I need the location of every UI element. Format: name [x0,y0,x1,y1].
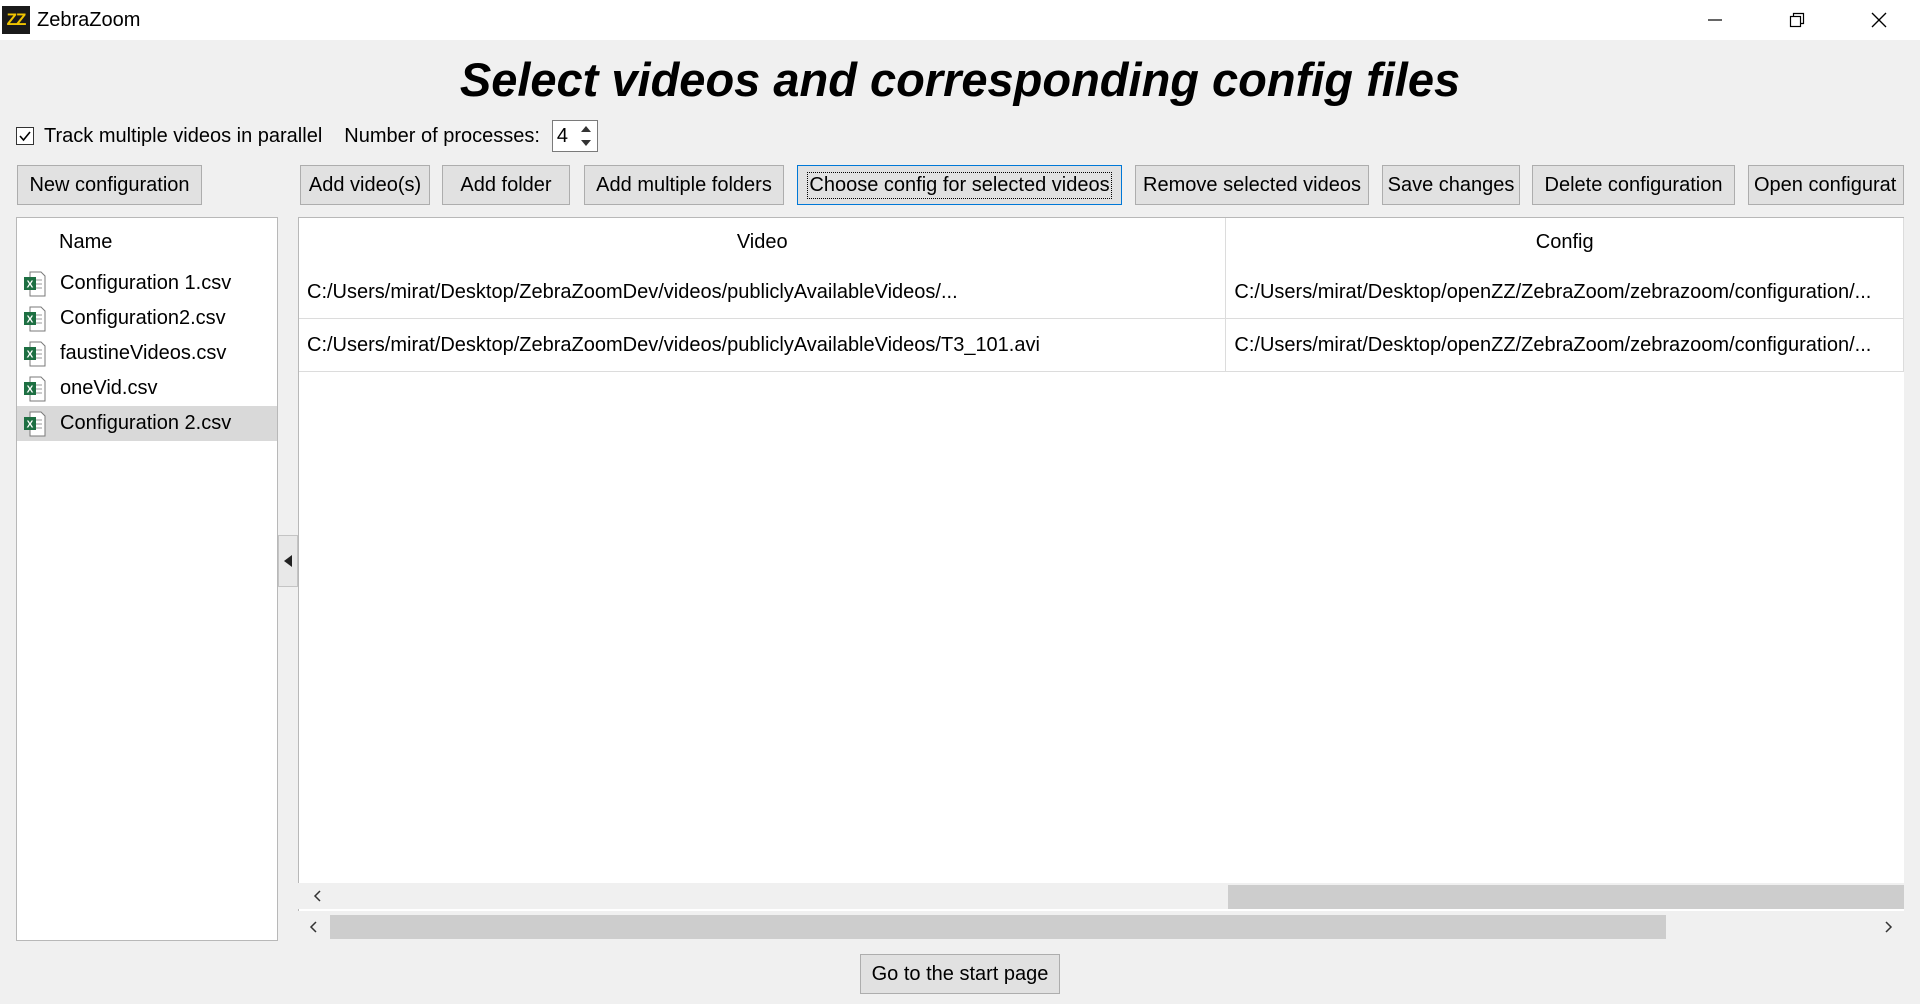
svg-text:X: X [27,349,34,360]
add-videos-button[interactable]: Add video(s) [300,165,430,205]
excel-csv-icon: X [24,376,46,401]
table-row[interactable]: C:/Users/mirat/Desktop/ZebraZoomDev/vide… [299,319,1904,372]
spin-up-button[interactable] [577,123,595,135]
file-list-item[interactable]: X Configuration 1.csv [17,266,277,301]
chevron-left-icon [309,921,317,933]
minimize-icon [1708,19,1722,21]
delete-configuration-label: Delete configuration [1544,173,1723,196]
videos-table: Video Config C:/Users/mirat/Desktop/Zebr… [298,217,1904,911]
excel-csv-icon: X [24,271,46,296]
table-horizontal-scrollbar[interactable] [298,883,1904,909]
file-list-header: Name [59,231,113,253]
start-page-label: Go to the start page [871,962,1049,985]
excel-csv-icon: X [24,306,46,331]
processes-value: 4 [556,124,569,147]
track-parallel-label: Track multiple videos in parallel [44,124,323,147]
add-folder-label: Add folder [460,173,552,196]
restore-icon [1789,12,1805,28]
add-videos-label: Add video(s) [308,173,422,196]
file-list-item-label: Configuration2.csv [60,307,226,329]
config-cell[interactable]: C:/Users/mirat/Desktop/openZZ/ZebraZoom/… [1226,319,1904,371]
scroll-right-button[interactable] [1876,914,1902,940]
open-configuration-label: Open configurat [1754,173,1897,196]
svg-text:X: X [27,314,34,325]
excel-csv-icon: X [24,341,46,366]
configuration-file-list: Name X Configuration 1.csv X Configuration2… [16,217,278,941]
spin-down-button[interactable] [577,137,595,149]
table-header: Video Config [299,218,1904,266]
video-column-header[interactable]: Video [299,218,1227,266]
arrow-down-icon [580,140,591,146]
chevron-left-icon [313,890,321,902]
save-changes-button[interactable]: Save changes [1382,165,1520,205]
table-row[interactable]: C:/Users/mirat/Desktop/ZebraZoomDev/vide… [299,266,1904,319]
scroll-left-button[interactable] [304,883,330,909]
video-cell[interactable]: C:/Users/mirat/Desktop/ZebraZoomDev/vide… [299,319,1227,371]
scrollbar-thumb[interactable] [1228,885,1904,909]
config-cell[interactable]: C:/Users/mirat/Desktop/openZZ/ZebraZoom/… [1226,266,1904,318]
restore-button[interactable] [1756,0,1838,40]
splitter-collapse-button[interactable] [278,535,298,587]
file-list-item[interactable]: XoneVid.csv [17,371,277,406]
choose-config-button[interactable]: Choose config for selected videos [797,165,1122,205]
panel-horizontal-scrollbar[interactable] [298,914,1904,940]
remove-selected-button[interactable]: Remove selected videos [1135,165,1369,205]
page-title: Select videos and corresponding config f… [459,53,1461,106]
file-list-item[interactable]: X Configuration 2.csv [17,406,277,441]
file-list-item-label: faustineVideos.csv [60,342,227,364]
file-list-item-label: oneVid.csv [60,377,158,399]
arrow-left-icon [284,555,292,567]
start-page-button[interactable]: Go to the start page [860,954,1060,994]
add-multiple-folders-label: Add multiple folders [596,173,772,196]
options-row: Track multiple videos in parallel Number… [16,120,598,152]
close-icon [1871,12,1887,28]
app-logo-icon: ZZ [2,6,30,34]
save-changes-label: Save changes [1387,173,1515,196]
arrow-up-icon [580,126,591,132]
file-list-item-label: Configuration 2.csv [60,412,232,434]
svg-text:X: X [27,419,34,430]
window-title: ZebraZoom [37,8,141,31]
track-parallel-checkbox[interactable] [16,127,34,145]
open-configuration-button[interactable]: Open configurat [1748,165,1904,205]
scroll-left-button[interactable] [300,914,326,940]
title-bar: ZZ ZebraZoom [0,0,1920,40]
file-list-item[interactable]: XfaustineVideos.csv [17,336,277,371]
new-configuration-label: New configuration [29,173,190,196]
add-folder-button[interactable]: Add folder [442,165,570,205]
processes-spinbox[interactable]: 4 [551,120,598,152]
window-controls [1674,0,1920,40]
remove-selected-label: Remove selected videos [1143,173,1361,196]
add-multiple-folders-button[interactable]: Add multiple folders [584,165,784,205]
scrollbar-thumb[interactable] [330,915,1666,939]
file-items: X Configuration 1.csv X Configuration2.csv X… [17,266,277,441]
processes-label: Number of processes: [344,124,540,147]
choose-config-label: Choose config for selected videos [807,171,1112,199]
svg-text:X: X [27,384,34,395]
chevron-right-icon [1885,921,1893,933]
svg-text:X: X [27,279,34,290]
minimize-button[interactable] [1674,0,1756,40]
new-configuration-button[interactable]: New configuration [17,165,202,205]
file-list-item-label: Configuration 1.csv [60,272,232,294]
video-cell[interactable]: C:/Users/mirat/Desktop/ZebraZoomDev/vide… [299,266,1227,318]
file-list-item[interactable]: X Configuration2.csv [17,301,277,336]
delete-configuration-button[interactable]: Delete configuration [1532,165,1735,205]
close-button[interactable] [1838,0,1920,40]
config-column-header[interactable]: Config [1226,218,1904,266]
spin-arrows [577,123,595,149]
excel-csv-icon: X [24,411,46,436]
checkmark-icon [19,131,31,142]
